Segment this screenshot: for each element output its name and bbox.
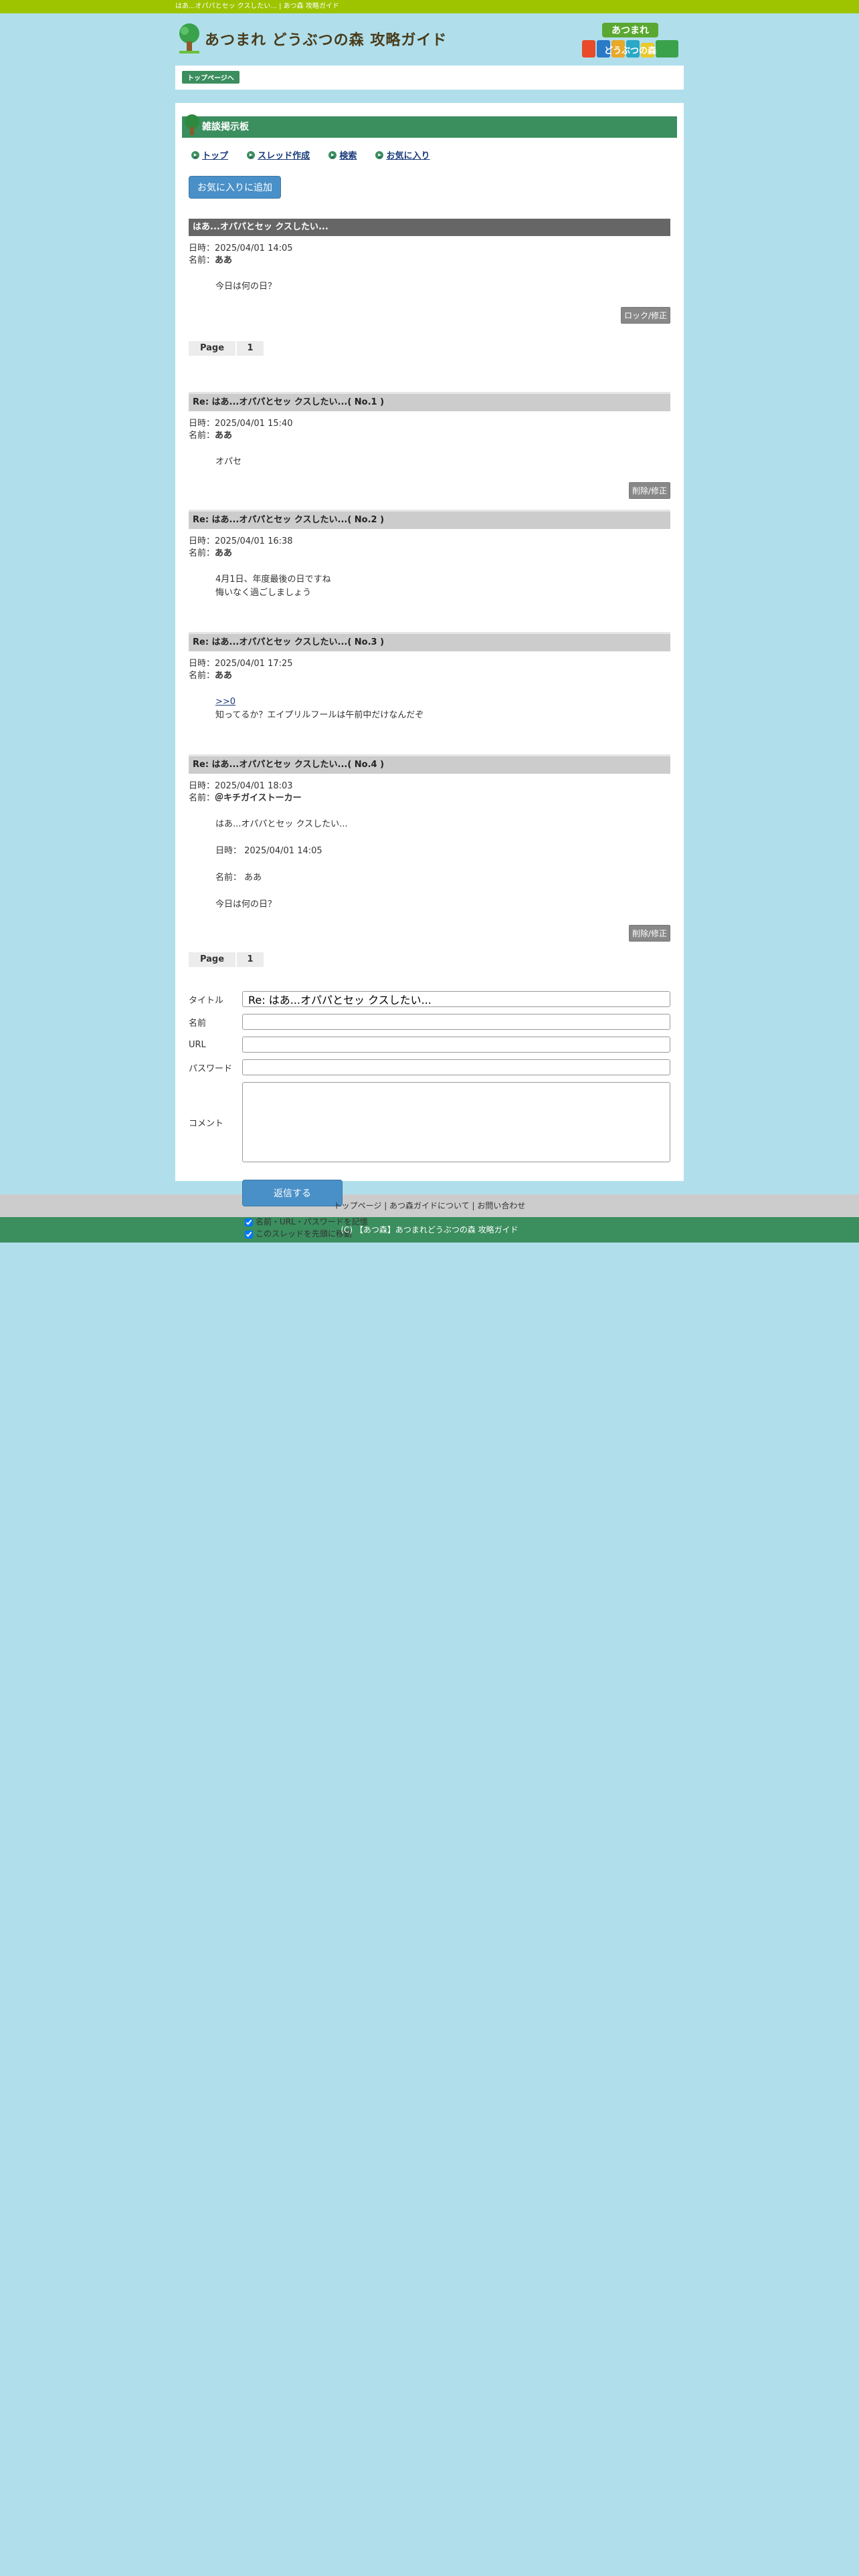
- footer-about-link[interactable]: あつ森ガイドについて: [389, 1201, 470, 1210]
- reply-post: Re: はあ...オパパとセッ クスしたい...( No.4 ) 日時：2025…: [189, 754, 670, 942]
- breadcrumb: トップページへ: [175, 66, 684, 90]
- password-label: パスワード: [189, 1063, 233, 1074]
- post-meta: 日時：2025/04/01 15:40 名前：ああ: [189, 419, 293, 441]
- thread-post: はあ...オパパとセッ クスしたい... 日時：2025/04/01 14:05…: [189, 219, 670, 324]
- arrow-circle-icon: ▸: [375, 150, 384, 159]
- site-header: あつまれ どうぶつの森 攻略ガイド あつまれ どうぶつの森: [175, 13, 684, 66]
- pager-label: Page: [189, 341, 237, 356]
- post-author: ああ: [215, 255, 233, 265]
- post-meta: 日時：2025/04/01 14:05 名前：ああ: [189, 243, 293, 265]
- badge-top-text: あつまれ: [611, 25, 649, 36]
- pager-label: Page: [189, 952, 237, 967]
- reply-post: Re: はあ...オパパとセッ クスしたい...( No.2 ) 日時：2025…: [189, 510, 670, 600]
- post-body: はあ...オパパとセッ クスしたい... 日時： 2025/04/01 14:0…: [215, 819, 348, 909]
- reply-post: Re: はあ...オパパとセッ クスしたい...( No.1 ) 日時：2025…: [189, 392, 670, 499]
- post-date: 2025/04/01 14:05: [215, 243, 293, 253]
- footer-copyright: (C) 【あつ森】あつまれどうぶつの森 攻略ガイド: [0, 1217, 859, 1243]
- post-meta: 日時：2025/04/01 16:38 名前：ああ: [189, 536, 293, 558]
- move-top-label: このスレッドを先頭に移動: [256, 1229, 353, 1239]
- thread-title: はあ...オパパとセッ クスしたい...: [189, 219, 670, 236]
- reply-title: Re: はあ...オパパとセッ クスしたい...( No.3 ): [189, 632, 670, 651]
- board-nav: ▸ トップ ▸ スレッド作成 ▸ 検索 ▸ お気に入り: [191, 148, 677, 161]
- reply-submit-button[interactable]: 返信する: [242, 1180, 343, 1206]
- post-date: 2025/04/01 17:25: [215, 659, 293, 669]
- delete-edit-button[interactable]: 削除/修正: [628, 925, 670, 942]
- post-body: 今日は何の日？: [215, 282, 277, 292]
- post-author: ああ: [215, 548, 233, 558]
- post-meta: 日時：2025/04/01 18:03 名前：＠キチガイストーカー: [189, 781, 302, 803]
- move-top-checkbox[interactable]: [245, 1230, 253, 1239]
- name-label: 名前: [189, 1018, 207, 1029]
- post-meta: 日時：2025/04/01 17:25 名前：ああ: [189, 659, 293, 681]
- tree-icon: [185, 114, 199, 135]
- nav-top-link[interactable]: ▸ トップ: [191, 148, 228, 161]
- top-bar: はあ...オパパとセッ クスしたい... | あつ森 攻略ガイド: [0, 0, 859, 13]
- post-date: 2025/04/01 15:40: [215, 419, 293, 429]
- reply-anchor-link[interactable]: >>0: [215, 697, 235, 707]
- lock-edit-button[interactable]: ロック/修正: [620, 307, 670, 324]
- nav-create-thread-link[interactable]: ▸ スレッド作成: [247, 148, 310, 161]
- reply-title: Re: はあ...オパパとセッ クスしたい...( No.1 ): [189, 392, 670, 411]
- board-title: 雑談掲示板: [202, 122, 249, 132]
- post-author: ああ: [215, 431, 233, 441]
- reply-title: Re: はあ...オパパとセッ クスしたい...( No.4 ): [189, 754, 670, 774]
- board-title-bar: 雑談掲示板: [182, 114, 677, 138]
- pager: Page 1: [189, 952, 670, 967]
- game-logo-icon: あつまれ どうぶつの森: [582, 23, 678, 58]
- post-date: 2025/04/01 16:38: [215, 536, 293, 546]
- post-author: ＠キチガイストーカー: [215, 793, 302, 803]
- footer-top-link[interactable]: トップページ: [334, 1201, 382, 1210]
- breadcrumb-top-link[interactable]: トップページへ: [182, 71, 240, 84]
- comment-label: コメント: [189, 1118, 224, 1129]
- title-input[interactable]: [242, 991, 670, 1007]
- footer-contact-link[interactable]: お問い合わせ: [477, 1201, 525, 1210]
- reply-title: Re: はあ...オパパとセッ クスしたい...( No.2 ): [189, 510, 670, 529]
- nav-search-link[interactable]: ▸ 検索: [328, 148, 357, 161]
- url-input[interactable]: [242, 1037, 670, 1053]
- title-label: タイトル: [189, 995, 224, 1006]
- tree-logo-icon[interactable]: [178, 23, 201, 53]
- arrow-circle-icon: ▸: [191, 150, 199, 159]
- password-input[interactable]: [242, 1059, 670, 1075]
- add-favorite-button[interactable]: お気に入りに追加: [189, 176, 281, 199]
- nav-favorites-link[interactable]: ▸ お気に入り: [375, 148, 430, 161]
- comment-textarea[interactable]: [242, 1082, 670, 1162]
- pager-page-1[interactable]: 1: [237, 341, 265, 356]
- site-title[interactable]: あつまれ どうぶつの森 攻略ガイド: [205, 28, 447, 49]
- footer-links: トップページ | あつ森ガイドについて | お問い合わせ: [0, 1194, 859, 1217]
- pager: Page 1: [189, 341, 670, 356]
- post-date: 2025/04/01 18:03: [215, 781, 293, 791]
- pager-page-1[interactable]: 1: [237, 952, 265, 967]
- post-body: >>0 知ってるか？エイプリルフールは午前中だけなんだぞ: [215, 697, 424, 720]
- post-body: オパセ: [215, 457, 242, 467]
- main-content: 雑談掲示板 ▸ トップ ▸ スレッド作成 ▸ 検索 ▸ お気に入り お気に入りに追加 は…: [175, 103, 684, 1239]
- name-input[interactable]: [242, 1014, 670, 1030]
- remember-checkbox[interactable]: [245, 1218, 253, 1226]
- delete-edit-button[interactable]: 削除/修正: [628, 482, 670, 499]
- post-body: 4月1日、年度最後の日ですね 悔いなく過ごしましょう: [215, 574, 331, 598]
- top-bar-text: はあ...オパパとセッ クスしたい... | あつ森 攻略ガイド: [175, 3, 339, 10]
- arrow-circle-icon: ▸: [247, 150, 256, 159]
- arrow-circle-icon: ▸: [328, 150, 337, 159]
- url-label: URL: [189, 1039, 206, 1050]
- post-author: ああ: [215, 671, 233, 681]
- reply-post: Re: はあ...オパパとセッ クスしたい...( No.3 ) 日時：2025…: [189, 632, 670, 722]
- badge-bottom-text: どうぶつの森: [604, 45, 657, 56]
